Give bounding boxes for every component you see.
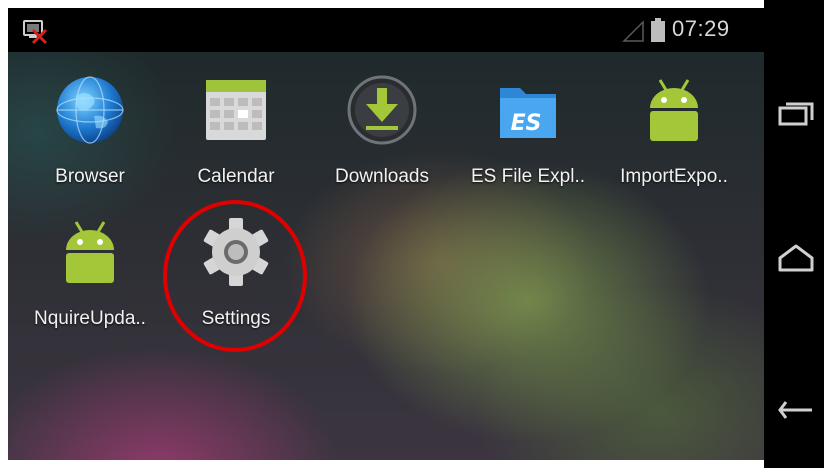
navigation-bar bbox=[764, 0, 824, 468]
app-calendar[interactable]: Calendar bbox=[160, 62, 300, 192]
app-label: Settings bbox=[201, 308, 271, 329]
android-icon bbox=[650, 79, 698, 141]
app-label: Downloads bbox=[335, 166, 429, 187]
app-browser[interactable]: Browser bbox=[14, 62, 154, 192]
home-screen: 07:29 Browser Calendar Downloads ES ES F… bbox=[8, 8, 764, 460]
device-frame: 07:29 Browser Calendar Downloads ES ES F… bbox=[0, 0, 824, 468]
battery-icon bbox=[651, 18, 665, 42]
browser-globe-icon bbox=[56, 76, 124, 144]
status-bar: 07:29 bbox=[8, 8, 764, 52]
home-button[interactable] bbox=[764, 228, 824, 288]
es-file-explorer-icon: ES bbox=[500, 88, 556, 138]
android-icon bbox=[66, 221, 114, 283]
app-label: ES File Expl.. bbox=[470, 166, 586, 187]
back-icon bbox=[778, 401, 812, 419]
app-label: Calendar bbox=[197, 166, 275, 187]
recent-apps-icon bbox=[778, 102, 814, 126]
signal-icon bbox=[622, 20, 644, 42]
usb-debug-notification-icon bbox=[23, 20, 48, 44]
app-es-file-explorer[interactable]: ES ES File Expl.. bbox=[452, 62, 592, 192]
app-nquireupdate[interactable]: NquireUpda.. bbox=[14, 204, 154, 334]
app-importexport[interactable]: ImportExpo.. bbox=[598, 62, 738, 192]
app-label: NquireUpda.. bbox=[34, 308, 146, 329]
settings-gear-icon bbox=[203, 218, 269, 286]
download-icon bbox=[347, 75, 417, 145]
app-label: ImportExpo.. bbox=[620, 166, 728, 187]
status-clock: 07:29 bbox=[672, 16, 730, 41]
app-downloads[interactable]: Downloads bbox=[306, 62, 446, 192]
home-icon bbox=[778, 244, 814, 272]
recent-apps-button[interactable] bbox=[764, 84, 824, 144]
back-button[interactable] bbox=[764, 380, 824, 440]
app-settings[interactable]: Settings bbox=[160, 204, 300, 334]
svg-text:ES: ES bbox=[511, 111, 542, 136]
app-label: Browser bbox=[55, 166, 125, 187]
calendar-icon bbox=[206, 80, 266, 140]
